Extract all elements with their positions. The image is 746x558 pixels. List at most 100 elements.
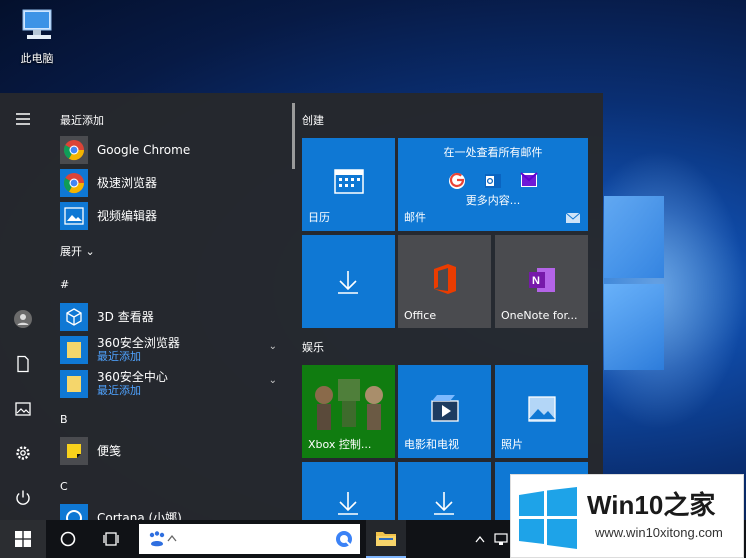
chevron-down-icon[interactable]: ⌄	[269, 341, 277, 352]
app-name: 视频编辑器	[97, 208, 158, 223]
task-view-button[interactable]	[92, 520, 132, 558]
taskbar-search-box[interactable]	[139, 524, 360, 554]
yahoo-mail-icon	[520, 172, 538, 187]
folder-icon	[60, 370, 88, 398]
documents-button[interactable]	[0, 344, 46, 384]
desktop-icon-this-pc[interactable]: 此电脑	[12, 8, 62, 66]
tile-label: 日历	[308, 211, 330, 224]
app-name: Cortana (小娜)	[97, 510, 182, 520]
group-label-create: 创建	[302, 114, 324, 127]
tile-onenote[interactable]: N OneNote for...	[495, 235, 588, 328]
office-icon	[434, 264, 456, 294]
task-view-icon	[103, 532, 119, 546]
search-app-icon[interactable]	[334, 529, 354, 549]
app-item-sticky-notes[interactable]: 便笺	[60, 436, 285, 466]
folder-icon	[60, 336, 88, 364]
network-icon	[494, 533, 508, 545]
tile-download[interactable]	[302, 235, 395, 328]
browser-icon	[60, 169, 88, 197]
tile-download-3[interactable]	[398, 462, 491, 520]
app-item-cortana[interactable]: Cortana (小娜)	[60, 503, 285, 520]
tile-xbox[interactable]: Xbox 控制...	[302, 365, 395, 458]
app-item-3d-viewer[interactable]: 3D 查看器	[60, 302, 285, 332]
sticky-notes-icon	[60, 437, 88, 465]
picture-icon	[15, 402, 31, 416]
expand-toggle[interactable]: 展开 ⌄	[60, 243, 95, 259]
user-avatar-icon	[14, 310, 32, 328]
outlook-icon	[485, 174, 501, 188]
tile-label: Office	[404, 309, 437, 322]
tray-overflow-button[interactable]	[470, 520, 490, 558]
app-subtitle: 最近添加	[97, 350, 141, 363]
chrome-icon	[60, 136, 88, 164]
app-name: 极速浏览器	[97, 175, 158, 190]
section-letter-c[interactable]: C	[60, 480, 68, 493]
app-name: 360安全浏览器	[97, 336, 180, 350]
chevron-up-icon[interactable]	[167, 534, 177, 542]
expand-label: 展开	[60, 245, 82, 258]
group-label-entertainment: 娱乐	[302, 341, 324, 354]
wallpaper-window-pane	[604, 284, 664, 370]
cortana-circle-icon	[60, 531, 76, 547]
envelope-icon	[566, 213, 580, 223]
windows-logo-icon	[519, 487, 577, 549]
file-explorer-button[interactable]	[366, 520, 406, 558]
tile-photos[interactable]: 照片	[495, 365, 588, 458]
watermark-url: www.win10xitong.com	[595, 525, 723, 540]
section-letter-hash[interactable]: #	[60, 278, 69, 291]
download-icon	[338, 492, 358, 515]
cortana-button[interactable]	[48, 520, 88, 558]
tile-calendar[interactable]: 日历	[302, 138, 395, 231]
app-name: 便笺	[97, 443, 122, 458]
app-item-video-editor[interactable]: 视频编辑器	[60, 201, 285, 231]
tile-movies-tv[interactable]: 电影和电视	[398, 365, 491, 458]
section-letter-b[interactable]: B	[60, 413, 68, 426]
gear-icon	[16, 446, 30, 460]
windows-logo-icon	[15, 531, 31, 547]
app-name: 360安全中心	[97, 370, 168, 384]
xbox-characters-icon	[315, 379, 383, 430]
tile-label: Xbox 控制...	[308, 438, 372, 451]
mail-header: 在一处查看所有邮件	[443, 146, 543, 159]
photos-icon	[528, 396, 556, 422]
app-name: Google Chrome	[97, 142, 191, 157]
hamburger-menu-button[interactable]	[0, 99, 46, 139]
baidu-paw-icon	[149, 531, 165, 547]
app-item-360-browser[interactable]: 360安全浏览器 最近添加 ⌄	[60, 335, 285, 365]
app-subtitle: 最近添加	[97, 384, 141, 397]
settings-button[interactable]	[0, 433, 46, 473]
hamburger-icon	[16, 113, 30, 125]
video-editor-icon	[60, 202, 88, 230]
tile-label: OneNote for...	[501, 309, 578, 322]
app-item-fast-browser[interactable]: 极速浏览器	[60, 168, 285, 198]
folder-icon	[376, 532, 396, 546]
tile-label: 电影和电视	[404, 438, 459, 451]
tray-network-button[interactable]	[491, 520, 511, 558]
this-pc-label: 此电脑	[20, 52, 54, 65]
pictures-button[interactable]	[0, 389, 46, 429]
google-icon	[449, 172, 465, 189]
app-name: 3D 查看器	[97, 309, 154, 324]
user-account-button[interactable]	[0, 299, 46, 339]
movies-icon	[431, 395, 459, 422]
wallpaper-window-pane	[604, 196, 664, 278]
download-icon	[434, 492, 454, 515]
recently-added-header: 最近添加	[60, 114, 104, 127]
power-button[interactable]	[0, 478, 46, 518]
watermark-title: Win10之家	[587, 490, 716, 520]
chevron-up-icon	[475, 535, 485, 543]
app-item-360-security[interactable]: 360安全中心 最近添加 ⌄	[60, 369, 285, 399]
mail-more: 更多内容...	[465, 194, 521, 207]
tile-download-2[interactable]	[302, 462, 395, 520]
start-rail	[0, 93, 46, 520]
chevron-down-icon[interactable]: ⌄	[269, 375, 277, 386]
calendar-icon	[334, 169, 364, 194]
app-item-google-chrome[interactable]: Google Chrome	[60, 135, 285, 165]
svg-text:N: N	[532, 275, 540, 287]
document-icon	[17, 355, 29, 373]
start-button[interactable]	[0, 520, 46, 558]
tile-mail[interactable]: 在一处查看所有邮件 更多内容... 邮件	[398, 138, 588, 231]
app-list-scrollbar[interactable]	[292, 103, 295, 169]
tile-office[interactable]: Office	[398, 235, 491, 328]
start-menu: 最近添加 Google Chrome 极速浏览器 视频编辑器 展开 ⌄ # 3D…	[0, 93, 603, 520]
